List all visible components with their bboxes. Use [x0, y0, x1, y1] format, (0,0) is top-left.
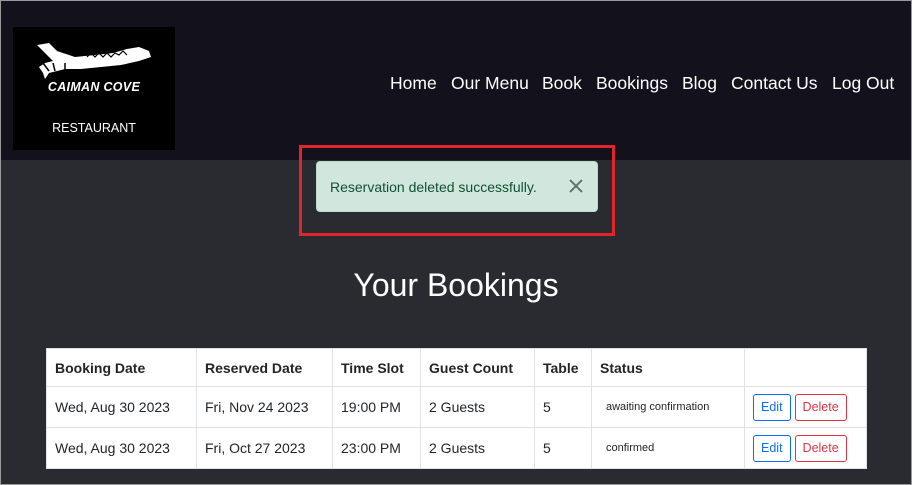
edit-button[interactable]: Edit: [753, 434, 791, 462]
nav-book[interactable]: Book: [542, 73, 582, 94]
edit-button[interactable]: Edit: [753, 393, 791, 421]
restaurant-logo[interactable]: CAIMAN COVE RESTAURANT: [13, 27, 175, 150]
crocodile-icon: [37, 43, 151, 79]
close-icon[interactable]: [568, 178, 584, 194]
status-cell: awaiting confirmation: [591, 386, 745, 428]
guest-count-cell: 2 Guests: [420, 427, 535, 469]
status-cell: confirmed: [591, 427, 745, 469]
booking-date-cell: Wed, Aug 30 2023: [46, 386, 197, 428]
time-slot-cell: 23:00 PM: [332, 427, 421, 469]
site-header: CAIMAN COVE RESTAURANT Home Our Menu Boo…: [1, 1, 911, 160]
table-number-cell: 5: [534, 386, 592, 428]
header-booking-date: Booking Date: [46, 348, 197, 387]
header-reserved-date: Reserved Date: [196, 348, 333, 387]
nav-bookings[interactable]: Bookings: [596, 73, 668, 94]
table-header-row: Booking Date Reserved Date Time Slot Gue…: [46, 348, 867, 387]
page-title: Your Bookings: [353, 267, 559, 303]
header-time-slot: Time Slot: [332, 348, 421, 387]
delete-button[interactable]: Delete: [794, 393, 847, 421]
actions-cell: Edit Delete: [744, 427, 867, 469]
logo-subtitle: RESTAURANT: [52, 121, 136, 135]
table-row: Wed, Aug 30 2023 Fri, Nov 24 2023 19:00 …: [46, 386, 867, 428]
delete-button[interactable]: Delete: [794, 434, 847, 462]
header-guest-count: Guest Count: [420, 348, 535, 387]
booking-date-cell: Wed, Aug 30 2023: [46, 427, 197, 469]
reserved-date-cell: Fri, Nov 24 2023: [196, 386, 333, 428]
nav-our-menu[interactable]: Our Menu: [451, 73, 529, 94]
nav-blog[interactable]: Blog: [682, 73, 717, 94]
reserved-date-cell: Fri, Oct 27 2023: [196, 427, 333, 469]
table-row: Wed, Aug 30 2023 Fri, Oct 27 2023 23:00 …: [46, 427, 867, 469]
nav-contact-us[interactable]: Contact Us: [731, 73, 818, 94]
nav-log-out[interactable]: Log Out: [832, 73, 894, 94]
bookings-table: Booking Date Reserved Date Time Slot Gue…: [46, 348, 867, 469]
success-alert: Reservation deleted successfully.: [316, 161, 598, 212]
time-slot-cell: 19:00 PM: [332, 386, 421, 428]
header-table: Table: [534, 348, 592, 387]
header-status: Status: [591, 348, 745, 387]
nav-home[interactable]: Home: [390, 73, 437, 94]
alert-message: Reservation deleted successfully.: [330, 179, 537, 195]
header-actions: [744, 348, 867, 387]
logo-name: CAIMAN COVE: [47, 80, 141, 94]
guest-count-cell: 2 Guests: [420, 386, 535, 428]
actions-cell: Edit Delete: [744, 386, 867, 428]
table-number-cell: 5: [534, 427, 592, 469]
